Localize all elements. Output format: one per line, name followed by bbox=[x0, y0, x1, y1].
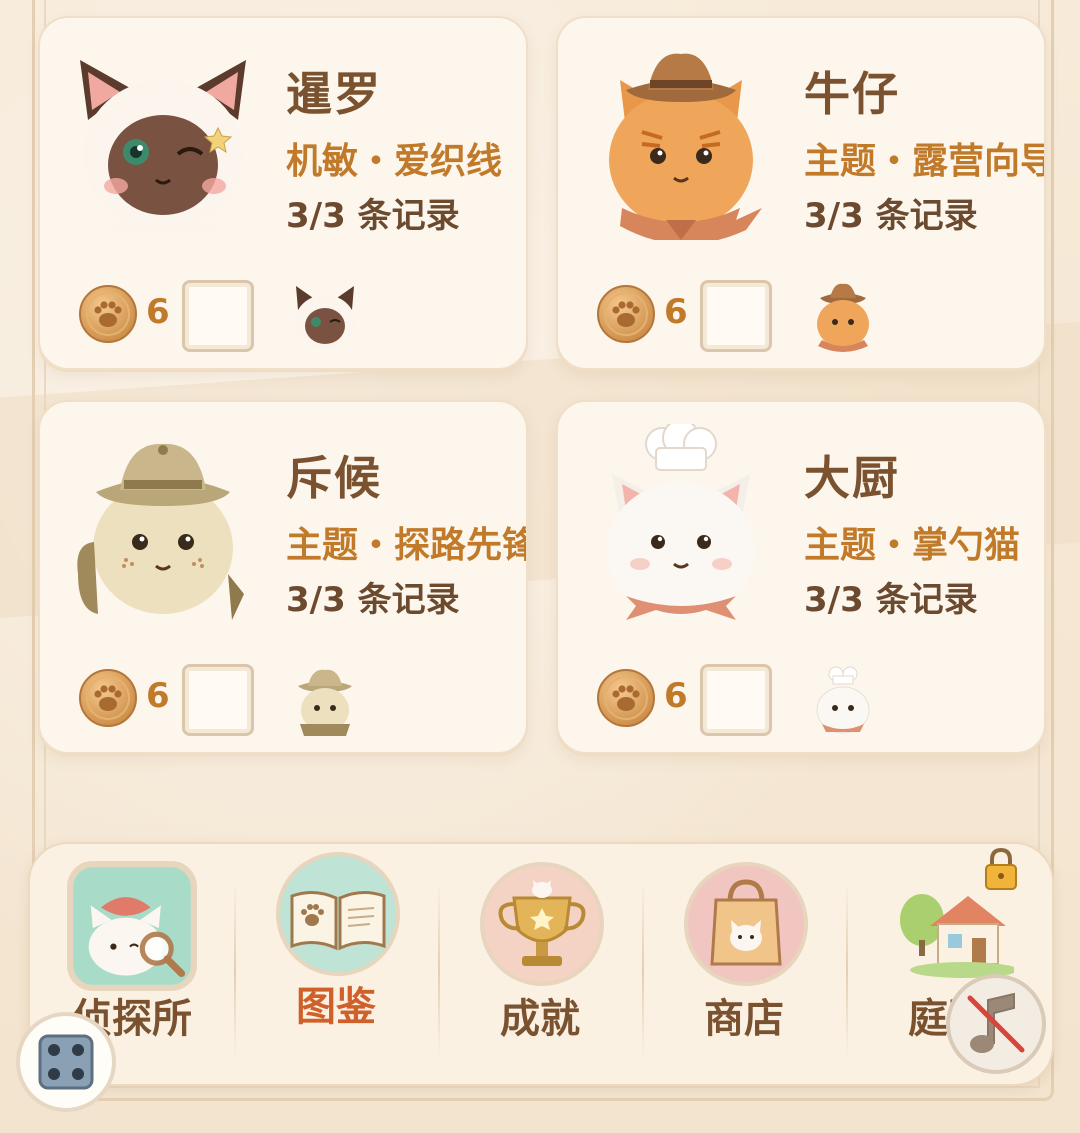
nav-shop[interactable]: 商店 bbox=[644, 850, 844, 1070]
shopping-bag-icon bbox=[684, 862, 808, 986]
nav-label: 成就 bbox=[500, 996, 580, 1042]
cat-records: 3/3 条记录 bbox=[804, 196, 978, 236]
nav-collection[interactable]: 图鉴 bbox=[236, 850, 436, 1070]
cat-records: 3/3 条记录 bbox=[804, 580, 978, 620]
detective-cat-icon bbox=[67, 861, 197, 991]
coin-count: 6 bbox=[664, 292, 688, 332]
item-slot[interactable] bbox=[182, 664, 254, 736]
cat-theme: 主题・掌勺猫 bbox=[804, 525, 1021, 566]
paw-coin-icon bbox=[596, 668, 656, 728]
cat-name: 大厨 bbox=[804, 451, 900, 505]
cat-name: 牛仔 bbox=[804, 67, 900, 121]
cat-name: 斥候 bbox=[286, 451, 382, 505]
scout-cat-mini-icon bbox=[298, 669, 352, 736]
cat-theme: 主题・露营向导 bbox=[804, 141, 1046, 182]
nav-achievements[interactable]: 成就 bbox=[440, 850, 640, 1070]
item-slot[interactable] bbox=[700, 664, 772, 736]
cowboy-cat-mini-icon bbox=[817, 283, 869, 352]
nav-label-active: 图鉴 bbox=[296, 984, 376, 1030]
cat-records: 3/3 条记录 bbox=[286, 196, 460, 236]
trophy-icon bbox=[480, 862, 604, 986]
cat-name: 暹罗 bbox=[286, 67, 382, 121]
item-slot[interactable] bbox=[700, 280, 772, 352]
siamese-cat-portrait-icon bbox=[80, 60, 246, 230]
coin-count: 6 bbox=[664, 676, 688, 716]
cat-card-siamese[interactable]: 暹罗 机敏・爱织线 3/3 条记录 6 bbox=[38, 16, 528, 370]
coin-count: 6 bbox=[146, 676, 170, 716]
item-slot[interactable] bbox=[182, 280, 254, 352]
cowboy-cat-portrait-icon bbox=[609, 53, 762, 240]
cat-card-cowboy[interactable]: 牛仔 主题・露营向导 3/3 条记录 6 bbox=[556, 16, 1046, 370]
cat-records: 3/3 条记录 bbox=[286, 580, 460, 620]
lock-icon bbox=[985, 847, 1017, 890]
siamese-cat-mini-icon bbox=[295, 286, 355, 349]
chef-cat-portrait-icon bbox=[607, 424, 755, 620]
scout-cat-portrait-icon bbox=[77, 443, 244, 620]
music-muted-icon[interactable] bbox=[944, 972, 1048, 1076]
paw-coin-icon bbox=[78, 668, 138, 728]
chef-cat-mini-icon bbox=[816, 666, 870, 734]
grid-menu-icon[interactable] bbox=[14, 1010, 118, 1114]
cat-card-scout[interactable]: 斥候 主题・探路先锋 3/3 条记录 6 bbox=[38, 400, 528, 754]
cat-card-chef[interactable]: 大厨 主题・掌勺猫 3/3 条记录 6 bbox=[556, 400, 1046, 754]
cat-theme: 机敏・爱织线 bbox=[286, 141, 503, 182]
nav-label: 商店 bbox=[704, 996, 784, 1042]
paw-coin-icon bbox=[78, 284, 138, 344]
paw-coin-icon bbox=[596, 284, 656, 344]
coin-count: 6 bbox=[146, 292, 170, 332]
book-icon bbox=[276, 852, 400, 976]
cat-theme: 主题・探路先锋 bbox=[286, 525, 528, 566]
